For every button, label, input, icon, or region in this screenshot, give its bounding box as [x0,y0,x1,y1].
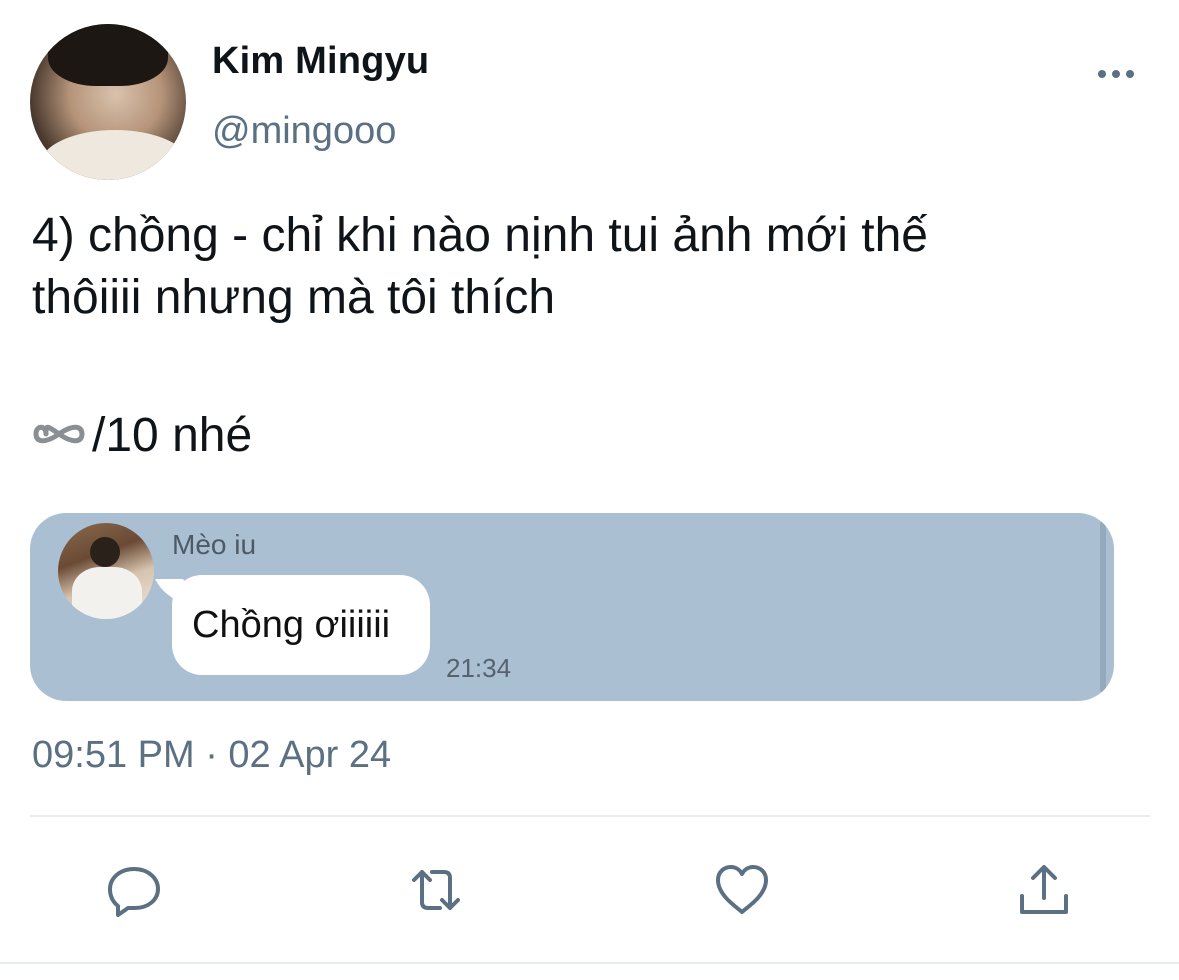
attached-image[interactable]: Mèo iu Chồng ơiiiiii 21:34 [30,513,1114,701]
bottom-divider [0,962,1179,964]
author-avatar[interactable] [30,24,186,180]
chat-message-bubble: Chồng ơiiiiii [172,575,430,675]
tweet-timestamp[interactable]: 09:51 PM · 02 Apr 24 [32,734,391,777]
more-dot [1126,70,1134,78]
tweet-text-line-1: 4) chồng - chỉ khi nào nịnh tui ảnh mới … [32,209,928,262]
tweet-body: 4) chồng - chỉ khi nào nịnh tui ảnh mới … [32,205,1142,467]
heart-icon [716,865,768,914]
chat-message-time: 21:34 [446,653,512,683]
avatar-hair-shape [48,24,168,86]
reply-icon [108,867,160,917]
reply-button[interactable] [102,858,166,922]
infinity-icon [33,425,85,444]
more-dot [1098,70,1106,78]
divider [30,815,1150,817]
retweet-button[interactable] [404,858,468,922]
author-display-name[interactable]: Kim Mingyu [212,40,429,83]
rating-text: /10 nhé [92,409,253,462]
more-options-icon[interactable] [1094,60,1138,88]
like-button[interactable] [710,858,774,922]
share-icon [1020,865,1068,914]
more-dot [1112,70,1120,78]
image-edge-strip [1100,521,1106,693]
author-handle[interactable]: @mingooo [212,110,396,153]
chat-sender-name: Mèo iu [172,529,257,560]
tweet-text-line-3: /10 nhé [32,405,1142,467]
chat-contact-avatar [58,523,154,619]
retweet-icon [412,870,460,910]
chat-avatar-head [90,537,120,567]
chat-avatar-body [72,567,142,619]
share-button[interactable] [1012,858,1076,922]
tweet-text-line-2: thôiiii nhưng mà tôi thích [32,271,556,324]
tweet-card: Kim Mingyu @mingooo 4) chồng - chỉ khi n… [0,0,1179,980]
avatar-shirt-shape [40,130,186,180]
